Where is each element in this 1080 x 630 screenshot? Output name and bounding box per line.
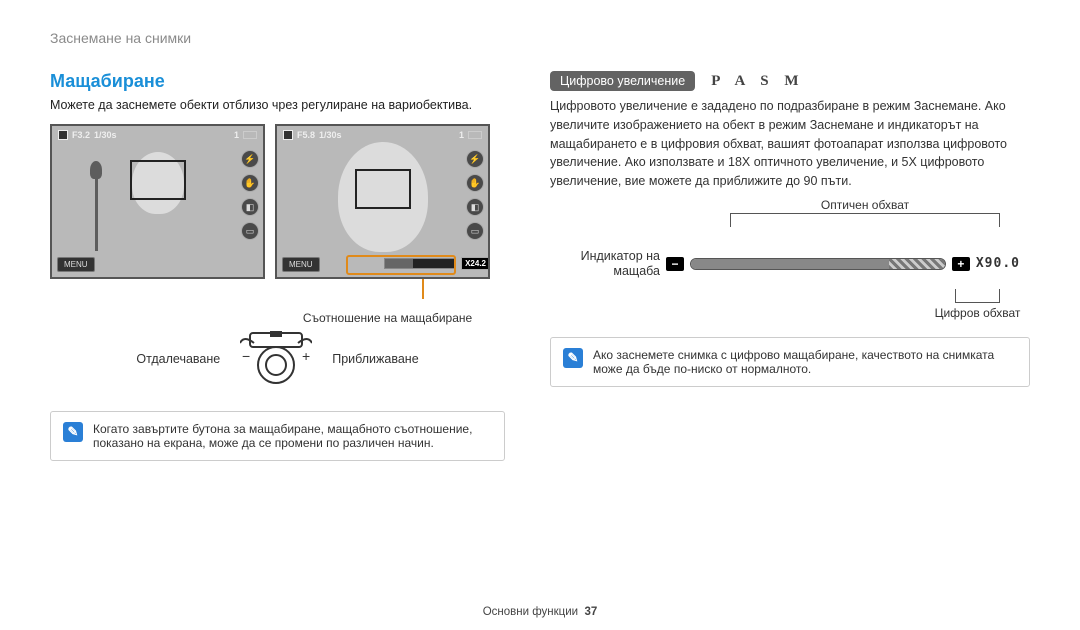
zoom-range-diagram: Оптичен обхват Индикатор на мащаба − + X… [560, 213, 1020, 303]
drive-icon: ▭ [466, 222, 484, 240]
shot-count: 1 [459, 130, 464, 140]
note-box: ✎ Ако заснемете снимка с цифрово мащабир… [550, 337, 1030, 387]
svg-text:+: + [302, 348, 310, 364]
camera-topbar: F3.2 1/30s 1 [58, 130, 257, 140]
zoom-heading: Мащабиране [50, 71, 505, 92]
menu-label: MENU [282, 257, 320, 272]
flash-icon: ⚡ [466, 150, 484, 168]
right-column: Цифрово увеличение P A S M Цифровото уве… [550, 71, 1030, 461]
footer-section: Основни функции [483, 606, 578, 618]
lamp-illustration [87, 161, 105, 251]
shutter-value: 1/30s [319, 130, 342, 140]
page-footer: Основни функции 37 [0, 606, 1080, 618]
mode-icon [283, 130, 293, 140]
camera-screen-wide: F3.2 1/30s 1 ⚡ ✋ ◧ ▭ MENU [50, 124, 265, 279]
callout-line [422, 279, 424, 299]
note-text: Ако заснемете снимка с цифрово мащабиран… [593, 348, 1017, 376]
battery-icon [468, 131, 482, 139]
info-icon: ✎ [63, 422, 83, 442]
shot-count: 1 [234, 130, 239, 140]
optical-range-label: Оптичен обхват [821, 198, 909, 212]
aperture-value: F5.8 [297, 130, 315, 140]
zoom-intro: Можете да заснемете обекти отблизо чрез … [50, 98, 505, 112]
zoom-ratio-readout: X24.2 [461, 257, 490, 270]
mode2-icon: ◧ [466, 198, 484, 216]
menu-label: MENU [57, 257, 95, 272]
drive-icon: ▭ [241, 222, 259, 240]
breadcrumb: Заснемане на снимки [50, 30, 1030, 46]
zoom-ratio-label: Съотношение на мащабиране [270, 311, 505, 325]
digital-zoom-body: Цифровото увеличение е зададено по подра… [550, 97, 1030, 191]
zoom-out-label: Отдалечаване [136, 352, 220, 366]
digital-range-label: Цифров обхват [935, 306, 1021, 320]
focus-box [355, 169, 411, 209]
pasm-modes: P A S M [711, 73, 804, 90]
zoom-scale-bar [690, 258, 946, 270]
zoom-x-value: X90.0 [976, 256, 1020, 271]
digital-zoom-pill: Цифрово увеличение [550, 71, 695, 91]
zoom-dial-icon: − + [240, 331, 312, 387]
aperture-value: F3.2 [72, 130, 90, 140]
svg-text:−: − [242, 348, 250, 364]
focus-box [130, 160, 186, 200]
minus-icon: − [666, 257, 684, 271]
stab-icon: ✋ [241, 174, 259, 192]
note-text: Когато завъртите бутона за мащабиране, м… [93, 422, 492, 450]
zoom-highlight-box [346, 255, 456, 275]
scale-indicator-label: Индикатор на мащаба [560, 249, 660, 279]
mode2-icon: ◧ [241, 198, 259, 216]
stab-icon: ✋ [466, 174, 484, 192]
camera-topbar: F5.8 1/30s 1 [283, 130, 482, 140]
mode-icon [58, 130, 68, 140]
flash-icon: ⚡ [241, 150, 259, 168]
plus-icon: + [952, 257, 970, 271]
zoom-in-label: Приближаване [332, 352, 418, 366]
camera-screen-tele: F5.8 1/30s 1 ⚡ ✋ ◧ ▭ MENU X24.2 [275, 124, 490, 279]
footer-page-number: 37 [585, 606, 598, 618]
left-column: Мащабиране Можете да заснемете обекти от… [50, 71, 505, 461]
battery-icon [243, 131, 257, 139]
shutter-value: 1/30s [94, 130, 117, 140]
info-icon: ✎ [563, 348, 583, 368]
note-box: ✎ Когато завъртите бутона за мащабиране,… [50, 411, 505, 461]
